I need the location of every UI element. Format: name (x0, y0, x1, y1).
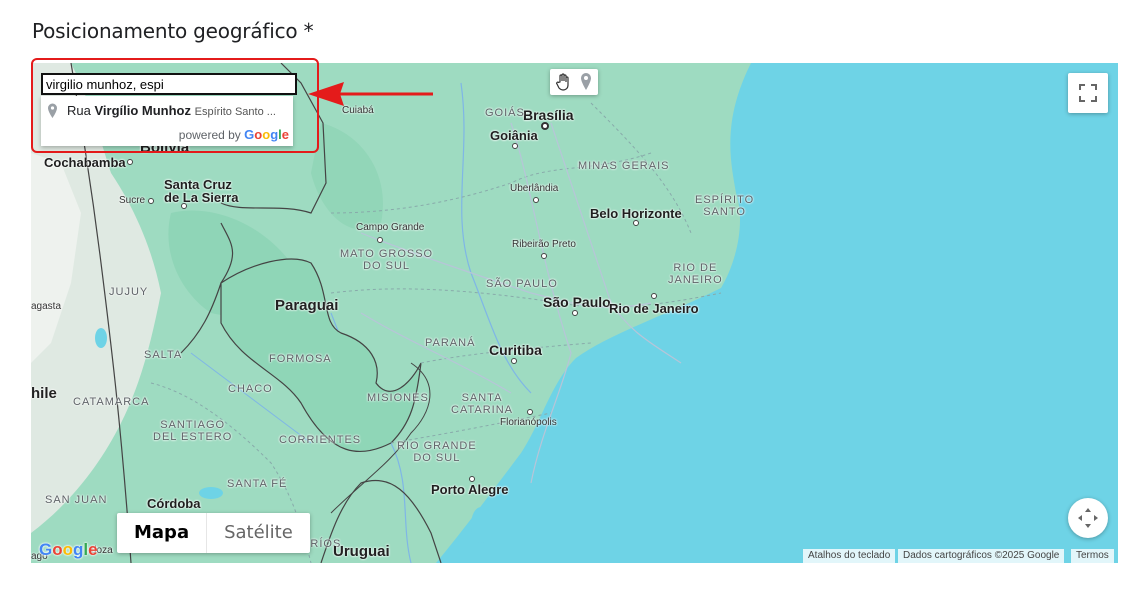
map-label-chile: hile (31, 385, 57, 402)
city-dot-santa-cruz (181, 203, 187, 209)
keyboard-shortcuts-link[interactable]: Atalhos do teclado (803, 549, 896, 563)
city-dot-goiania (512, 143, 518, 149)
city-dot-rio (651, 293, 657, 299)
map-label-santiago-del-estero: SANTIAGO DEL ESTERO (153, 419, 233, 443)
fullscreen-button[interactable] (1068, 73, 1108, 113)
map-label-uberlandia: Uberlândia (510, 183, 559, 194)
city-dot-ribeirao (541, 253, 547, 259)
location-pin-icon (47, 103, 58, 124)
map-label-agasta: agasta (31, 301, 62, 312)
map-label-paraguai: Paraguai (275, 297, 339, 314)
map-label-porto-alegre: Porto Alegre (431, 482, 509, 497)
map-label-cochabamba: Cochabamba (44, 155, 126, 170)
city-dot-cochabamba (127, 159, 133, 165)
map-type-control: Mapa Satélite (117, 513, 310, 553)
map-label-santa-catarina: SANTA CATARINA (451, 392, 513, 416)
map-label-san-juan: SAN JUAN (45, 494, 108, 506)
place-search-input[interactable] (41, 73, 297, 95)
map-label-santa-fe: SANTA FÉ (227, 478, 288, 490)
map-label-ribeirao-preto: Ribeirão Preto (512, 239, 576, 250)
google-logo: Google (244, 127, 289, 142)
map-tool-group (550, 69, 598, 95)
terms-link[interactable]: Termos (1071, 549, 1114, 563)
map-label-chaco: CHACO (228, 383, 273, 395)
map-label-uruguai: Uruguai (333, 543, 390, 560)
map-label-santa-cruz: Santa Cruz de La Sierra (164, 177, 239, 205)
map-label-rio-de-janeiro-state: RIO DE JANEIRO (668, 262, 723, 286)
hand-icon[interactable] (555, 72, 573, 97)
map-data-attribution: Dados cartográficos ©2025 Google (898, 549, 1065, 563)
powered-by-google: powered by Google (178, 127, 289, 142)
map-label-cordoba: Córdoba (147, 496, 201, 511)
city-dot-brasilia (541, 122, 549, 130)
map-label-espirito-santo: ESPÍRITO SANTO (695, 194, 755, 218)
map-label-florianopolis: Florianópolis (500, 417, 557, 428)
map-label-minas: MINAS GERAIS (578, 160, 670, 172)
city-dot-curitiba (511, 358, 517, 364)
map-label-sao-paulo: São Paulo (543, 294, 611, 310)
city-dot-belo-horizonte (633, 220, 639, 226)
map-type-satellite-button[interactable]: Satélite (206, 513, 310, 553)
annotation-arrow (308, 82, 433, 106)
map-label-catamarca: CATAMARCA (73, 396, 150, 408)
map-label-corrientes: CORRIENTES (279, 434, 362, 446)
map-label-parana: PARANÁ (425, 337, 476, 349)
city-dot-porto-alegre (469, 476, 475, 482)
autocomplete-dropdown: Rua Virgílio Munhoz Espírito Santo ... p… (41, 96, 293, 146)
camera-control-button[interactable] (1068, 498, 1108, 538)
fullscreen-icon (1079, 84, 1097, 107)
autocomplete-item[interactable]: Rua Virgílio Munhoz Espírito Santo ... (41, 100, 293, 122)
map-label-sucre: Sucre (119, 195, 146, 206)
map-label-sao-paulo-state: SÃO PAULO (486, 278, 558, 290)
autocomplete-item-text: Rua Virgílio Munhoz Espírito Santo ... (67, 103, 276, 118)
map-label-curitiba: Curitiba (489, 342, 542, 358)
map-label-salta: SALTA (144, 349, 183, 361)
map-label-rio-grande-do-sul: RIO GRANDE DO SUL (397, 440, 477, 464)
map-label-brasilia: Brasília (523, 107, 574, 123)
google-watermark: Google (39, 540, 98, 559)
city-dot-sao-paulo (572, 310, 578, 316)
city-dot-uberlandia (533, 197, 539, 203)
city-dot-florianopolis (527, 409, 533, 415)
map-label-formosa: FORMOSA (269, 353, 332, 365)
camera-control-icon (1077, 507, 1099, 534)
city-dot-sucre (148, 198, 154, 204)
map-label-mato-grosso-do-sul: MATO GROSSO DO SUL (340, 248, 434, 272)
map-label-jujuy: JUJUY (109, 286, 149, 298)
pegman-pin-icon[interactable] (579, 72, 593, 97)
city-dot-campo-grande (377, 237, 383, 243)
map-label-rio-de-janeiro: Rio de Janeiro (609, 301, 699, 316)
map-label-belo-horizonte: Belo Horizonte (590, 206, 682, 221)
map-label-goiania: Goiânia (490, 128, 538, 143)
map-label-misiones: MISIONES (367, 392, 429, 404)
field-label: Posicionamento geográfico * (32, 19, 314, 43)
map-label-goias: GOIÁS (485, 107, 525, 119)
map-label-campo-grande: Campo Grande (356, 222, 425, 233)
map-type-map-button[interactable]: Mapa (117, 513, 206, 553)
